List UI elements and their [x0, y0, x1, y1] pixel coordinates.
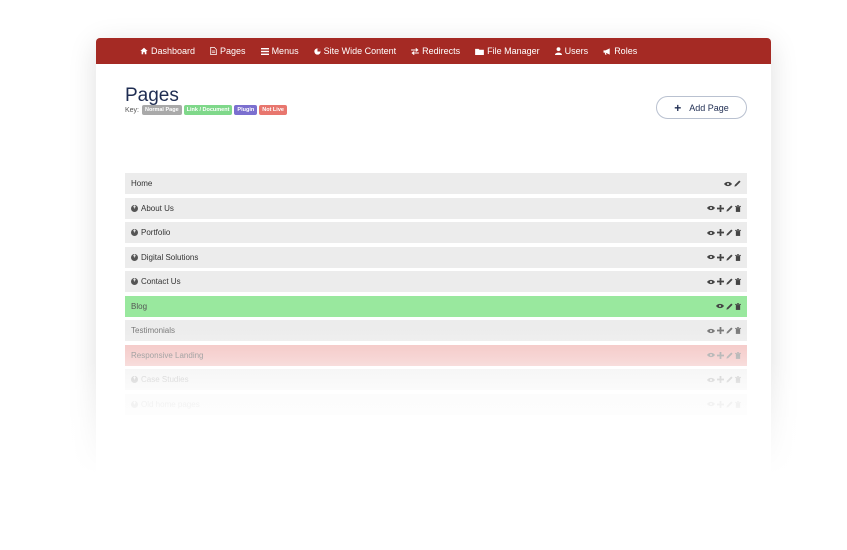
nav-label: Dashboard: [151, 46, 196, 56]
page-name: Responsive Landing: [131, 350, 204, 360]
eye-icon[interactable]: [707, 377, 715, 383]
nav-roles[interactable]: Roles: [603, 46, 637, 56]
add-child-icon[interactable]: [717, 351, 724, 359]
eye-icon[interactable]: [707, 352, 715, 358]
pencil-icon[interactable]: [726, 253, 733, 261]
nav-label: Site Wide Content: [323, 46, 397, 56]
key-badge-plugin: Plugin: [234, 105, 258, 115]
list-item[interactable]: + Case Studies: [125, 369, 747, 390]
key-label: Key:: [125, 106, 140, 114]
nav-label: Menus: [271, 46, 299, 56]
list-item[interactable]: + Old home pages: [125, 393, 747, 415]
folder-icon: [475, 48, 485, 55]
menu-icon: [260, 47, 269, 55]
trash-icon[interactable]: [735, 302, 741, 310]
expand-plus-icon[interactable]: +: [131, 400, 138, 408]
nav-menus[interactable]: Menus: [260, 46, 299, 56]
pencil-icon[interactable]: [726, 351, 733, 359]
trash-icon[interactable]: [735, 351, 741, 359]
nav-file-manager[interactable]: File Manager: [475, 46, 540, 56]
home-icon: [140, 47, 148, 55]
pencil-icon[interactable]: [734, 180, 741, 187]
nav-dashboard[interactable]: Dashboard: [140, 46, 195, 56]
page-name: About Us: [141, 203, 174, 213]
page-name: Portfolio: [141, 228, 171, 237]
pencil-icon[interactable]: [726, 278, 733, 285]
add-page-label: Add Page: [689, 102, 729, 113]
page-name: Testimonials: [131, 326, 176, 335]
eye-icon[interactable]: [716, 303, 724, 309]
add-child-icon[interactable]: [717, 253, 724, 261]
nav-redirects[interactable]: Redirects: [411, 46, 460, 56]
expand-plus-icon[interactable]: +: [131, 253, 138, 261]
pencil-icon[interactable]: [726, 376, 733, 383]
pencil-icon[interactable]: [726, 229, 733, 236]
key-badge-not-live: Not Live: [259, 105, 287, 115]
pencil-icon[interactable]: [726, 327, 733, 334]
top-navbar: Dashboard Pages Menus Site Wide Content …: [96, 38, 771, 64]
eye-icon[interactable]: [707, 230, 715, 236]
nav-label: Roles: [614, 46, 638, 56]
pencil-icon[interactable]: [726, 302, 733, 310]
exchange-icon: [411, 47, 420, 55]
file-icon: [210, 47, 217, 55]
add-child-icon[interactable]: [717, 327, 724, 334]
eye-icon[interactable]: [707, 401, 715, 407]
eye-icon[interactable]: [707, 205, 715, 211]
nav-label: Users: [564, 46, 589, 56]
eye-icon[interactable]: [707, 328, 715, 334]
add-child-icon[interactable]: [717, 376, 724, 383]
pencil-icon[interactable]: [726, 204, 733, 212]
legend-key: Key: Normal Page Link / Document Plugin …: [125, 105, 287, 115]
page-name: Digital Solutions: [141, 252, 199, 262]
nav-label: File Manager: [487, 46, 540, 56]
pie-icon: [313, 47, 321, 55]
trash-icon[interactable]: [735, 376, 741, 383]
page-name: Old home pages: [141, 399, 200, 409]
add-child-icon[interactable]: [717, 278, 724, 285]
page-name: Blog: [131, 301, 148, 311]
pages-list: Home + About Us + Portfolio + Digital So…: [125, 173, 747, 418]
list-item[interactable]: + Contact Us: [125, 271, 747, 292]
add-child-icon[interactable]: [717, 400, 724, 408]
page-name: Contact Us: [141, 277, 181, 286]
key-badge-normal-page: Normal Page: [142, 105, 182, 115]
plus-icon: +: [674, 100, 682, 115]
eye-icon[interactable]: [707, 254, 715, 260]
nav-label: Redirects: [422, 46, 461, 56]
list-item[interactable]: + Portfolio: [125, 222, 747, 243]
add-page-button[interactable]: + Add Page: [656, 96, 747, 119]
expand-plus-icon[interactable]: +: [131, 376, 138, 383]
list-item[interactable]: + Digital Solutions: [125, 246, 747, 268]
bullhorn-icon: [603, 47, 611, 55]
page-name: Home: [131, 179, 153, 188]
nav-label: Pages: [220, 46, 246, 56]
trash-icon[interactable]: [735, 278, 741, 285]
add-child-icon[interactable]: [717, 229, 724, 236]
trash-icon[interactable]: [735, 204, 741, 212]
app-window: Dashboard Pages Menus Site Wide Content …: [96, 38, 771, 508]
nav-site-wide-content[interactable]: Site Wide Content: [313, 46, 397, 56]
list-item[interactable]: + About Us: [125, 197, 747, 219]
list-item[interactable]: Responsive Landing: [125, 344, 747, 366]
list-item[interactable]: Testimonials: [125, 320, 747, 341]
expand-plus-icon[interactable]: +: [131, 204, 138, 212]
eye-icon[interactable]: [707, 279, 715, 285]
list-item[interactable]: Home: [125, 173, 747, 194]
nav-pages[interactable]: Pages: [210, 46, 246, 56]
key-badge-link-document: Link / Document: [183, 105, 233, 115]
user-icon: [554, 47, 562, 55]
add-child-icon[interactable]: [717, 204, 724, 212]
trash-icon[interactable]: [735, 229, 741, 236]
trash-icon[interactable]: [735, 400, 741, 408]
expand-plus-icon[interactable]: +: [131, 229, 138, 236]
list-item[interactable]: Blog: [125, 295, 747, 317]
expand-plus-icon[interactable]: +: [131, 278, 138, 285]
nav-users[interactable]: Users: [554, 46, 589, 56]
trash-icon[interactable]: [735, 253, 741, 261]
eye-icon[interactable]: [724, 181, 732, 187]
pencil-icon[interactable]: [726, 400, 733, 408]
page-name: Case Studies: [141, 375, 189, 384]
trash-icon[interactable]: [735, 327, 741, 334]
